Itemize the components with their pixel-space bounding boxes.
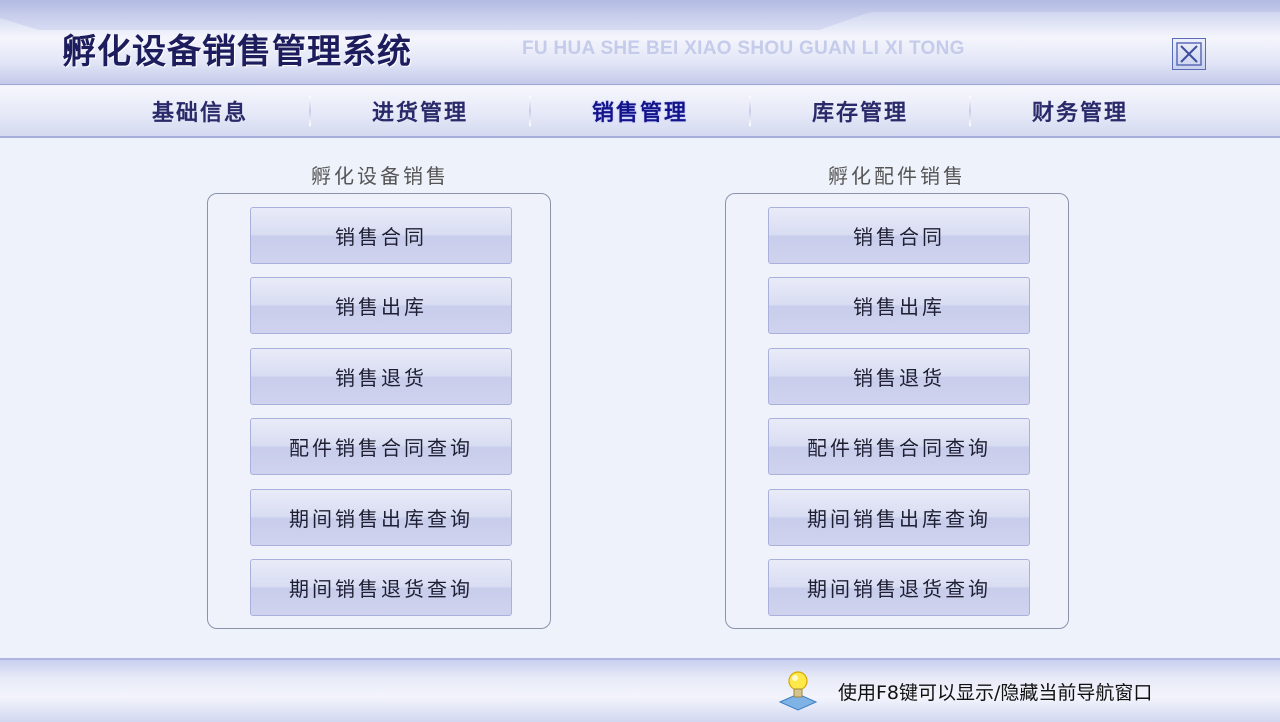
panel-equipment-sales: 销售合同 销售出库 销售退货 配件销售合同查询 期间销售出库查询 期间销售退货查…	[207, 193, 551, 629]
lightbulb-icon	[778, 671, 818, 711]
nav-item-inventory[interactable]: 库存管理	[750, 95, 970, 127]
sales-contract-button[interactable]: 销售合同	[250, 207, 512, 264]
nav-item-purchase[interactable]: 进货管理	[310, 95, 530, 127]
sales-outbound-button[interactable]: 销售出库	[768, 277, 1030, 334]
nav-item-basic-info[interactable]: 基础信息	[90, 95, 310, 127]
panel-title-parts-sales: 孵化配件销售	[828, 164, 966, 188]
period-return-query-button[interactable]: 期间销售退货查询	[250, 559, 512, 616]
sales-outbound-button[interactable]: 销售出库	[250, 277, 512, 334]
nav-item-finance[interactable]: 财务管理	[970, 95, 1190, 127]
main-nav: 基础信息 进货管理 销售管理 库存管理 财务管理	[0, 86, 1280, 138]
title-bar: 孵化设备销售管理系统 FU HUA SHE BEI XIAO SHOU GUAN…	[0, 0, 1280, 85]
sales-contract-button[interactable]: 销售合同	[768, 207, 1030, 264]
panel-parts-sales: 销售合同 销售出库 销售退货 配件销售合同查询 期间销售出库查询 期间销售退货查…	[725, 193, 1069, 629]
parts-contract-query-button[interactable]: 配件销售合同查询	[768, 418, 1030, 475]
sales-return-button[interactable]: 销售退货	[250, 348, 512, 405]
parts-contract-query-button[interactable]: 配件销售合同查询	[250, 418, 512, 475]
close-button[interactable]	[1172, 38, 1206, 70]
f8-hint-text: 使用F8键可以显示/隐藏当前导航窗口	[838, 682, 1153, 704]
period-return-query-button[interactable]: 期间销售退货查询	[768, 559, 1030, 616]
panel-title-equipment-sales: 孵化设备销售	[311, 164, 449, 188]
status-bar: 使用F8键可以显示/隐藏当前导航窗口	[0, 658, 1280, 722]
nav-item-sales[interactable]: 销售管理	[530, 95, 750, 127]
period-outbound-query-button[interactable]: 期间销售出库查询	[768, 489, 1030, 546]
close-icon	[1176, 42, 1202, 66]
period-outbound-query-button[interactable]: 期间销售出库查询	[250, 489, 512, 546]
app-subtitle: FU HUA SHE BEI XIAO SHOU GUAN LI XI TONG	[522, 38, 965, 59]
sales-return-button[interactable]: 销售退货	[768, 348, 1030, 405]
app-title: 孵化设备销售管理系统	[62, 32, 412, 72]
